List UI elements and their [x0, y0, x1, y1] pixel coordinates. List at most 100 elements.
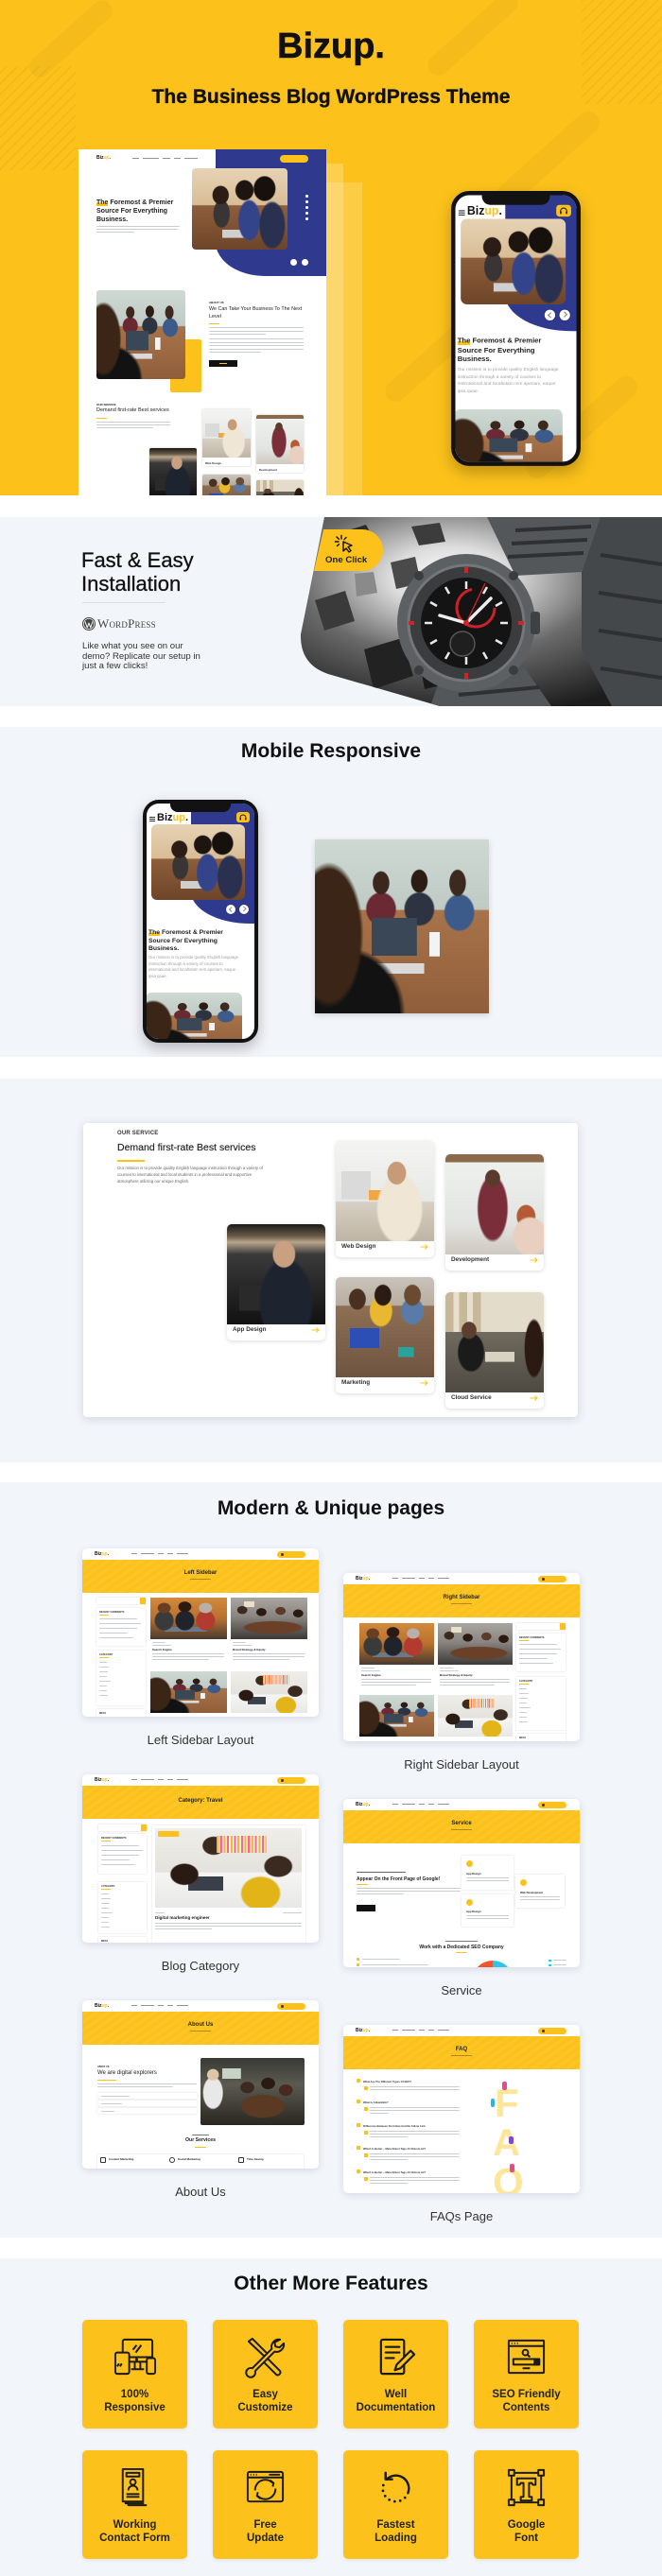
sidebar-widget: CATEGORY	[516, 1677, 566, 1730]
brand-logo[interactable]: Bizup.	[96, 156, 111, 161]
hamburger-menu-icon[interactable]	[149, 817, 155, 821]
page-caption: About Us	[175, 2185, 226, 2199]
cursor-click-icon	[334, 534, 353, 553]
learn-more-button	[357, 1905, 375, 1911]
about-photo	[147, 993, 242, 1039]
page-banner-title: Category: Travel	[178, 1798, 223, 1804]
service-card-web-design[interactable]: Web Design	[336, 1141, 434, 1257]
service-card-development[interactable]: Development	[256, 415, 304, 473]
about-eyebrow: ABOUT US	[97, 2066, 110, 2068]
nav-item[interactable]	[132, 158, 139, 160]
page-banner-title: About Us	[187, 2022, 214, 2028]
feature-list-item	[97, 2101, 197, 2106]
facebook-icon[interactable]	[305, 195, 308, 198]
page-preview-left-sidebar[interactable]: Bizup. Left Sidebar RECENT COMMENTS CATE…	[82, 1548, 319, 1717]
service-photo	[202, 475, 251, 495]
feature-label: Well Documentation	[356, 2389, 436, 2413]
nav-item[interactable]	[174, 158, 181, 160]
faq-question: Which Is Better – Meta Robot Tags Or Rob…	[363, 2170, 427, 2174]
button-label-line	[219, 363, 227, 364]
about-heading: We are digital explorers	[97, 2070, 157, 2076]
youtube-icon[interactable]	[305, 212, 308, 215]
service-card-label: App Design	[233, 1326, 267, 1333]
arrow-right-icon[interactable]	[420, 1380, 428, 1386]
support-button	[277, 2002, 305, 2010]
hero-paragraph: Our mission is to provide quality Englis…	[148, 955, 239, 978]
section-heading: Work with a Dedicated SEO Company	[419, 1945, 504, 1950]
service-card-app-design[interactable]: App Design	[227, 1224, 325, 1340]
twitter-icon[interactable]	[305, 200, 308, 203]
service-card-cloud[interactable]	[256, 480, 304, 495]
service-card-development[interactable]: Development	[445, 1154, 544, 1271]
slider-next-button[interactable]	[302, 259, 308, 266]
post-thumbnail	[359, 1695, 434, 1737]
page-preview-faq[interactable]: Bizup. FAQ What Are The Different Types …	[343, 2025, 580, 2193]
instagram-icon[interactable]	[305, 217, 308, 220]
brand-logo: Bizup.	[356, 1801, 370, 1807]
linkedin-icon[interactable]	[305, 206, 308, 209]
text-line	[209, 327, 304, 329]
arrow-right-icon[interactable]	[311, 1327, 320, 1333]
service-card-marketing[interactable]: Marketing	[336, 1277, 434, 1393]
support-button[interactable]	[236, 812, 250, 822]
loading-icon	[381, 2471, 410, 2503]
installation-description: Like what you see on our demo? Replicate…	[82, 641, 200, 672]
sidebar-widget: RECENT COMMENTS	[98, 1834, 147, 1874]
slider-prev-button[interactable]	[226, 905, 235, 914]
read-more-button[interactable]	[209, 360, 237, 367]
service-card-app-design[interactable]	[149, 448, 197, 495]
slider-prev-button[interactable]	[290, 259, 297, 266]
nav-item[interactable]	[143, 158, 159, 160]
page-caption: FAQs Page	[429, 2209, 494, 2223]
page-banner: FAQ	[343, 2036, 580, 2069]
post-title: Brand Strategy & Equity	[233, 1648, 266, 1651]
page-preview-service[interactable]: Bizup. Service Appear On the Front Page …	[343, 1799, 580, 1967]
support-button[interactable]	[280, 155, 308, 163]
slider-prev-button[interactable]	[544, 309, 556, 320]
support-button[interactable]	[556, 204, 571, 217]
installation-title-line-1: Fast & Easy	[81, 548, 194, 572]
slider-next-button[interactable]	[239, 905, 249, 914]
heading-underline	[209, 323, 219, 324]
heading-underline	[117, 1160, 145, 1162]
nav-item[interactable]	[184, 158, 198, 160]
feature-tile-loading: Fastest Loading	[343, 2450, 448, 2559]
page-preview-about-us[interactable]: Bizup. About Us ABOUT US We are digital …	[82, 2000, 319, 2169]
brand-logo: Bizup.	[95, 1550, 109, 1557]
section-title: Modern & Unique pages	[217, 1497, 445, 1519]
page-preview-blog-category[interactable]: Bizup. Category: Travel RECENT COMMENTS …	[82, 1774, 319, 1943]
service-photo	[256, 415, 304, 464]
feature-list-item	[97, 2093, 197, 2099]
main-nav	[132, 158, 198, 160]
sidebar-widget: RECENT COMMENTS	[516, 1634, 566, 1671]
service-card-web-design[interactable]: Web Design	[202, 409, 251, 466]
slider-next-button[interactable]	[559, 309, 570, 320]
arrow-right-icon[interactable]	[420, 1244, 428, 1250]
page-banner-title: Right Sidebar	[443, 1595, 480, 1600]
contact-form-icon	[121, 2467, 148, 2507]
sidebar-widget: CATEGORY	[96, 1651, 146, 1705]
main-nav	[131, 2005, 188, 2007]
arrow-right-icon[interactable]	[530, 1395, 538, 1401]
background-stripes	[0, 66, 76, 170]
brand-logo[interactable]: Bizup.	[467, 205, 502, 218]
service-card-marketing[interactable]	[202, 475, 251, 495]
font-icon	[507, 2468, 546, 2507]
page-preview-right-sidebar[interactable]: Bizup. Right Sidebar Search Engine Brand…	[343, 1573, 580, 1741]
nav-item[interactable]	[163, 158, 170, 160]
post-thumbnail	[438, 1695, 513, 1737]
post-thumbnail	[231, 1671, 307, 1713]
service-card-cloud-service[interactable]: Cloud Service	[445, 1292, 544, 1409]
hamburger-menu-icon[interactable]	[458, 210, 465, 216]
main-nav	[392, 1804, 449, 1806]
services-heading: Demand first-rate Best services	[96, 407, 169, 413]
support-button	[538, 2027, 566, 2034]
brand-logo[interactable]: Bizup.	[157, 812, 188, 823]
text-line	[96, 424, 170, 426]
hero-photo	[192, 168, 287, 250]
time-saving-icon	[238, 2157, 244, 2163]
feature-tile-seo: SEO Friendly Contents	[474, 2320, 579, 2429]
arrow-right-icon[interactable]	[530, 1257, 538, 1263]
services-preview-card: OUR SERVICE Demand first-rate Best servi…	[83, 1123, 578, 1417]
services-eyebrow: OUR SERVICE	[96, 403, 116, 406]
